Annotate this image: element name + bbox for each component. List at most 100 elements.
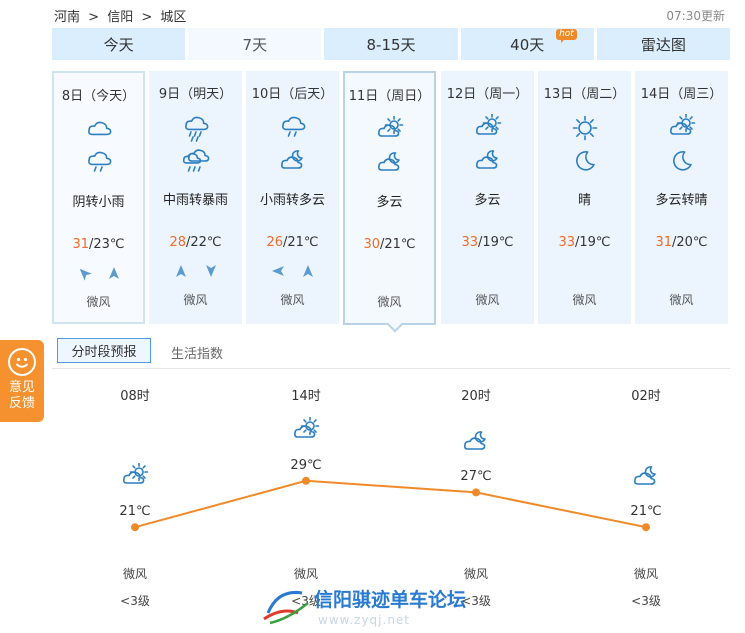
partly-cloudy-day-icon: [668, 113, 696, 146]
hour-temperature: 21℃: [119, 504, 151, 520]
wind-level: 微风: [377, 295, 402, 309]
hour-wind-level: <3级: [120, 594, 150, 608]
breadcrumb-district: 城区: [160, 10, 187, 25]
hour-wind-level: <3级: [631, 594, 661, 608]
temperature-point: [131, 523, 139, 532]
moon-icon: [571, 147, 599, 179]
low-temp: /22℃: [186, 235, 222, 250]
wind-west-arrow-icon: [271, 263, 285, 282]
hour-temperature: 27℃: [460, 469, 492, 485]
day-card[interactable]: 8日（今天） 阴转小雨 31/23℃ 微风: [52, 71, 145, 324]
tab-8-15days[interactable]: 8-15天: [324, 28, 458, 60]
day-card[interactable]: 11日（周日） 多云 30/21℃ 微风: [343, 71, 436, 333]
weather-description: 小雨转多云: [259, 193, 325, 208]
watermark-text: 信阳骐迹单车论坛: [314, 589, 467, 611]
hour-time: 20时: [461, 389, 491, 404]
day-date: 13日（周二）: [543, 87, 626, 102]
weather-description: 晴: [577, 193, 591, 208]
wind-direction: [246, 263, 339, 282]
high-temp: 33: [558, 235, 575, 250]
breadcrumb-separator: >: [141, 10, 153, 25]
low-temp: /21℃: [283, 235, 319, 250]
temperature-range: 33/19℃: [538, 235, 631, 250]
high-temp: 30: [363, 237, 380, 252]
hour-wind: 微风: [122, 567, 147, 581]
hot-badge: hot: [556, 29, 577, 43]
temperature-range: 31/23℃: [54, 237, 143, 252]
tab-hourly-forecast[interactable]: 分时段预报: [57, 338, 151, 363]
partly-cloudy-night-icon: [279, 147, 307, 179]
wind-direction: [54, 265, 143, 284]
hour-time: 08时: [120, 389, 150, 404]
day-card[interactable]: 14日（周三） 多云转晴 31/20℃ 微风: [635, 71, 728, 324]
breadcrumb-separator: >: [88, 10, 100, 25]
breadcrumb-city[interactable]: 信阳: [107, 10, 133, 25]
high-temp: 28: [169, 235, 186, 250]
wind-north-arrow-icon: [301, 263, 315, 282]
day-card[interactable]: 9日（明天） 中雨转暴雨 28/22℃ 微风: [149, 71, 242, 324]
low-temp: /21℃: [380, 237, 416, 252]
hour-wind: 微风: [293, 567, 318, 581]
temperature-point: [642, 523, 650, 532]
temperature-point: [472, 488, 480, 497]
temperature-range: 28/22℃: [149, 235, 242, 250]
hour-temperature: 29℃: [290, 457, 322, 473]
wind-south-arrow-icon: [204, 263, 218, 282]
day-card[interactable]: 13日（周二） 晴 33/19℃ 微风: [538, 71, 631, 324]
weather-description: 阴转小雨: [72, 195, 125, 210]
wind-north-arrow-icon: [174, 263, 188, 282]
moon-icon: [668, 147, 696, 179]
day-date: 12日（周一）: [446, 87, 529, 102]
wind-level: 微风: [669, 293, 694, 307]
partly-cloudy-night-icon: [376, 149, 404, 181]
partly-cloudy-night-icon: [632, 463, 660, 495]
weather-description: 多云转晴: [655, 193, 708, 208]
partly-cloudy-night-icon: [474, 147, 502, 179]
weather-description: 中雨转暴雨: [162, 193, 228, 208]
weather-description: 多云: [376, 195, 403, 210]
high-temp: 31: [655, 235, 672, 250]
moderate-rain-icon: [182, 114, 210, 146]
light-rain-icon: [279, 114, 307, 146]
breadcrumb-province[interactable]: 河南: [54, 10, 80, 25]
partly-cloudy-day-icon: [474, 113, 502, 146]
seven-day-forecast: 8日（今天） 阴转小雨 31/23℃ 微风 9日（明天） 中雨转暴雨 28/22℃ 微风 10日…: [52, 71, 730, 333]
wind-level: 微风: [572, 293, 597, 307]
high-temp: 26: [266, 235, 283, 250]
high-temp: 33: [461, 235, 478, 250]
tab-40days-label: 40天: [510, 35, 545, 54]
high-temp: 31: [72, 237, 89, 252]
low-temp: /23℃: [89, 237, 125, 252]
wind-level: 微风: [183, 293, 208, 307]
temperature-range: 31/20℃: [635, 235, 728, 250]
hour-wind: 微风: [633, 567, 658, 581]
watermark-url: www.zyqj.net: [318, 613, 411, 627]
low-temp: /20℃: [672, 235, 708, 250]
day-date: 14日（周三）: [640, 87, 723, 102]
temperature-range: 33/19℃: [441, 235, 534, 250]
hour-temperature: 21℃: [630, 504, 662, 520]
partly-cloudy-day-icon: [376, 115, 404, 148]
wind-direction: [149, 263, 242, 282]
wind-level: 微风: [280, 293, 305, 307]
low-temp: /19℃: [575, 235, 611, 250]
temperature-line: [134, 479, 647, 529]
sunny-icon: [571, 114, 599, 146]
temperature-point: [302, 476, 310, 485]
tab-radar[interactable]: 雷达图: [596, 28, 731, 60]
partly-cloudy-day-icon: [292, 416, 320, 449]
tab-40days[interactable]: 40天 hot: [460, 28, 594, 60]
day-card[interactable]: 12日（周一） 多云 33/19℃ 微风: [441, 71, 534, 324]
update-time: 07:30更新: [666, 9, 725, 23]
day-date: 9日（明天）: [158, 87, 233, 102]
divider: [52, 368, 730, 369]
day-card[interactable]: 10日（后天） 小雨转多云 26/21℃ 微风: [246, 71, 339, 324]
tab-today[interactable]: 今天: [52, 28, 186, 60]
forecast-tabs: 今天 7天 8-15天 40天 hot 雷达图: [52, 28, 731, 60]
temperature-range: 26/21℃: [246, 235, 339, 250]
watermark: 信阳骐迹单车论坛 www.zyqj.net: [258, 583, 508, 629]
breadcrumb: 河南 > 信阳 > 城区: [54, 6, 190, 25]
tab-life-index[interactable]: 生活指数: [171, 343, 223, 362]
tab-7days[interactable]: 7天: [188, 28, 322, 60]
rainstorm-icon: [182, 147, 210, 179]
